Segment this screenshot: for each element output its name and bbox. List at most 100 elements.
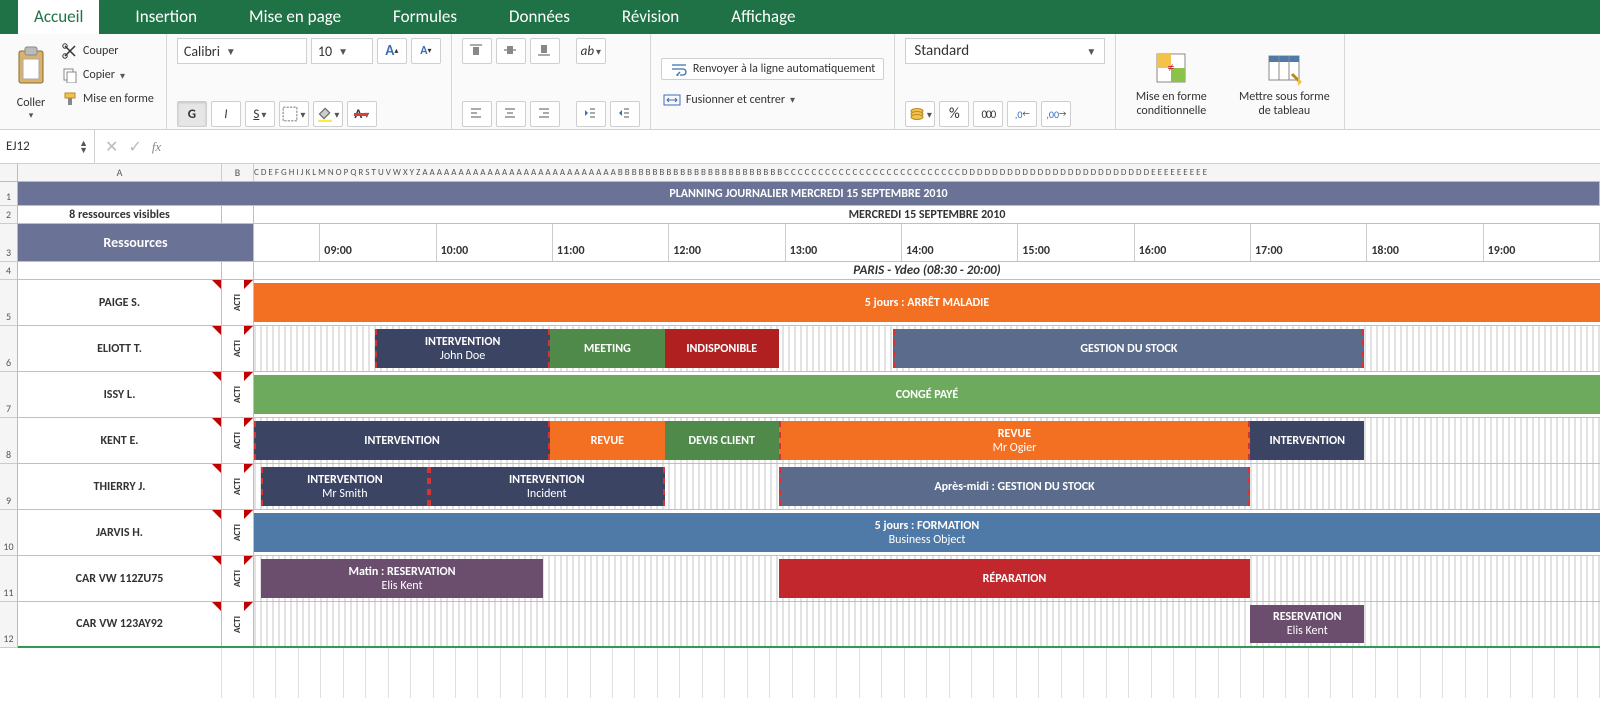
timeline-thierry[interactable]: INTERVENTIONMr Smith INTERVENTIONInciden… [254, 464, 1600, 509]
row-header-1[interactable]: 1 [0, 182, 18, 206]
time-header-row[interactable]: 09:00 10:00 11:00 12:00 13:00 14:00 15:0… [254, 224, 1600, 261]
indent-dec-button[interactable] [576, 101, 606, 127]
name-box[interactable]: EJ12 ▲▼ [0, 130, 95, 163]
fx-icon[interactable]: fx [152, 139, 161, 155]
grow-font-button[interactable]: A▴ [377, 38, 407, 64]
font-name-select[interactable]: Calibri▼ [177, 38, 307, 64]
align-top-button[interactable] [462, 38, 492, 64]
row-headers[interactable]: 1 2 3 4 5 6 7 8 9 10 11 12 [0, 182, 18, 648]
col-headers-rest[interactable]: C D E F G H I J K L M N O P Q R S T U V … [254, 164, 1600, 181]
timeline-jarvis[interactable]: 5 jours : FORMATIONBusiness Object [254, 510, 1600, 555]
bar-eliott-stock[interactable]: GESTION DU STOCK [893, 329, 1364, 368]
row-header-4[interactable]: 4 [0, 262, 18, 280]
timeline-car2[interactable]: RESERVATIONElis Kent [254, 602, 1600, 646]
cut-button[interactable]: Couper [60, 42, 156, 60]
row-header-3[interactable]: 3 [0, 224, 18, 262]
tab-accueil[interactable]: Accueil [18, 0, 99, 34]
row-header-11[interactable]: 11 [0, 556, 18, 602]
percent-button[interactable]: % [939, 101, 969, 127]
resource-name-paige[interactable]: PAIGE S. [18, 280, 222, 325]
timeline-kent[interactable]: INTERVENTION REVUE DEVIS CLIENT REVUEMr … [254, 418, 1600, 463]
align-left-button[interactable] [462, 101, 492, 127]
font-size-select[interactable]: 10▼ [311, 38, 373, 64]
resource-name-car2[interactable]: CAR VW 123AY92 [18, 602, 222, 646]
cell-date-header[interactable]: MERCREDI 15 SEPTEMBRE 2010 [254, 206, 1600, 223]
paste-button[interactable] [10, 38, 52, 94]
bar-car1-reservation[interactable]: Matin : RESERVATIONElis Kent [261, 559, 544, 598]
row-header-9[interactable]: 9 [0, 464, 18, 510]
tab-formules[interactable]: Formules [377, 0, 473, 34]
timeline-issy[interactable]: CONGÉ PAYÉ [254, 372, 1600, 417]
bar-thierry-stock[interactable]: Après-midi : GESTION DU STOCK [779, 467, 1250, 506]
row-header-10[interactable]: 10 [0, 510, 18, 556]
acti-paige[interactable]: ACTI [222, 280, 254, 325]
bar-eliott-indisponible[interactable]: INDISPONIBLE [665, 329, 779, 368]
shrink-font-button[interactable]: A▾ [411, 38, 441, 64]
italic-button[interactable]: I [211, 101, 241, 127]
merge-center-button[interactable]: Fusionner et centrer▾ [661, 92, 884, 108]
bar-thierry-incident[interactable]: INTERVENTIONIncident [429, 467, 665, 506]
inc-decimal-button[interactable]: ,0← [1007, 101, 1037, 127]
acti-car1[interactable]: ACTI [222, 556, 254, 601]
bold-button[interactable]: G [177, 101, 207, 127]
cell-site-header[interactable]: PARIS - Ydeo (08:30 - 20:00) [254, 262, 1600, 279]
cell-resource-count[interactable]: 8 ressources visibles [18, 206, 222, 223]
row-header-7[interactable]: 7 [0, 372, 18, 418]
cell-title[interactable]: PLANNING JOURNALIER MERCREDI 15 SEPTEMBR… [18, 182, 1600, 205]
timeline-car1[interactable]: Matin : RESERVATIONElis Kent RÉPARATION [254, 556, 1600, 601]
number-format-select[interactable]: Standard▼ [905, 38, 1105, 64]
acti-issy[interactable]: ACTI [222, 372, 254, 417]
copy-button[interactable]: Copier▾ [60, 66, 156, 84]
row-header-6[interactable]: 6 [0, 326, 18, 372]
tab-insertion[interactable]: Insertion [119, 0, 213, 34]
align-center-button[interactable] [496, 101, 526, 127]
font-color-button[interactable]: A▾ [347, 101, 377, 127]
cancel-formula-button[interactable]: ✕ [105, 137, 118, 157]
acti-car2[interactable]: ACTI [222, 602, 254, 646]
resource-name-kent[interactable]: KENT E. [18, 418, 222, 463]
acti-thierry[interactable]: ACTI [222, 464, 254, 509]
bar-issy-conge[interactable]: CONGÉ PAYÉ [254, 375, 1600, 414]
col-header-B[interactable]: B [222, 164, 254, 181]
wrap-text-button[interactable]: Renvoyer à la ligne automatiquement [661, 58, 884, 80]
tab-revision[interactable]: Révision [606, 0, 695, 34]
align-middle-button[interactable] [496, 38, 526, 64]
bar-kent-intervention2[interactable]: INTERVENTION [1250, 421, 1364, 460]
tab-donnees[interactable]: Données [493, 0, 586, 34]
column-headers[interactable]: A B C D E F G H I J K L M N O P Q R S T … [0, 164, 1600, 182]
select-all-corner[interactable] [0, 164, 18, 181]
cond-format-button[interactable]: ≠ Mise en forme conditionnelle [1126, 48, 1216, 118]
empty-grid[interactable] [254, 648, 1600, 698]
bar-paige-maladie[interactable]: 5 jours : ARRÊT MALADIE [254, 283, 1600, 322]
tab-affichage[interactable]: Affichage [715, 0, 811, 34]
resource-name-car1[interactable]: CAR VW 112ZU75 [18, 556, 222, 601]
bar-car1-reparation[interactable]: RÉPARATION [779, 559, 1250, 598]
row-header-5[interactable]: 5 [0, 280, 18, 326]
row-header-12[interactable]: 12 [0, 602, 18, 648]
bar-kent-revue1[interactable]: REVUE [550, 421, 664, 460]
acti-eliott[interactable]: ACTI [222, 326, 254, 371]
col-header-A[interactable]: A [18, 164, 222, 181]
namebox-spinner[interactable]: ▲▼ [79, 140, 88, 154]
bar-eliott-intervention[interactable]: INTERVENTIONJohn Doe [375, 329, 550, 368]
borders-button[interactable]: ▾ [279, 101, 309, 127]
paste-dropdown[interactable]: ▾ [29, 110, 34, 121]
resource-name-thierry[interactable]: THIERRY J. [18, 464, 222, 509]
cell-resources-header[interactable]: Ressources [18, 224, 254, 261]
cell-a4[interactable] [18, 262, 222, 279]
format-painter-button[interactable]: Mise en forme [60, 90, 156, 108]
format-table-button[interactable]: Mettre sous forme de tableau [1234, 48, 1334, 118]
indent-inc-button[interactable] [610, 101, 640, 127]
bar-jarvis-formation[interactable]: 5 jours : FORMATIONBusiness Object [254, 513, 1600, 552]
row-header-8[interactable]: 8 [0, 418, 18, 464]
bar-thierry-smith[interactable]: INTERVENTIONMr Smith [261, 467, 429, 506]
resource-name-jarvis[interactable]: JARVIS H. [18, 510, 222, 555]
bar-kent-revue2[interactable]: REVUEMr Ogier [779, 421, 1250, 460]
orientation-button[interactable]: ab▾ [576, 38, 606, 64]
timeline-eliott[interactable]: INTERVENTIONJohn Doe MEETING INDISPONIBL… [254, 326, 1600, 371]
acti-kent[interactable]: ACTI [222, 418, 254, 463]
underline-button[interactable]: S▾ [245, 101, 275, 127]
row-header-2[interactable]: 2 [0, 206, 18, 224]
fill-color-button[interactable]: ▾ [313, 101, 343, 127]
accept-formula-button[interactable]: ✓ [128, 137, 141, 157]
